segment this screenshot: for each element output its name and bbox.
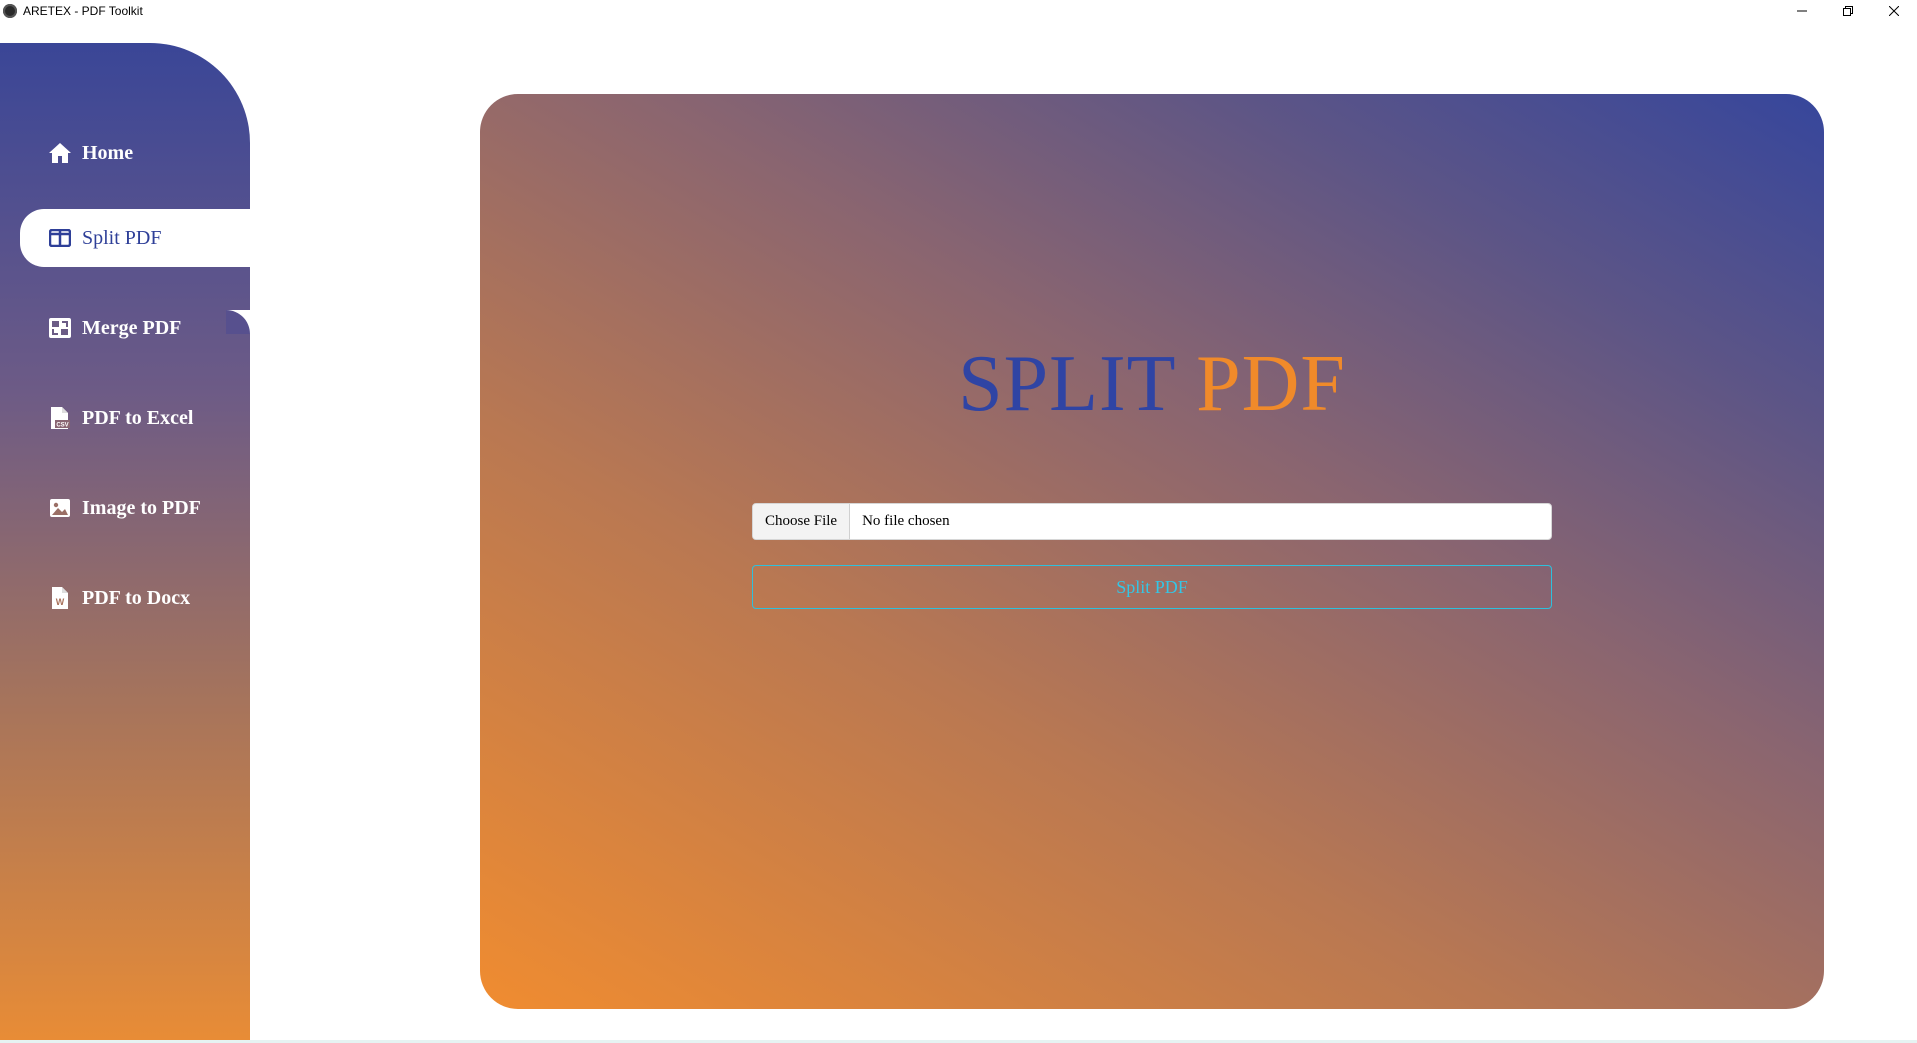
sidebar-item-merge-pdf[interactable]: Merge PDF (20, 299, 250, 357)
restore-button[interactable] (1825, 0, 1871, 22)
minimize-button[interactable] (1779, 0, 1825, 22)
sidebar-item-label: Split PDF (82, 226, 162, 249)
merge-icon (48, 316, 72, 340)
sidebar-item-label: Home (82, 141, 134, 164)
file-status-text: No file chosen (862, 513, 950, 529)
sidebar-item-pdf-to-docx[interactable]: W PDF to Docx (20, 569, 250, 627)
window-controls (1779, 0, 1917, 22)
svg-text:CSV: CSV (56, 423, 68, 429)
minimize-icon (1797, 10, 1807, 12)
restore-icon (1843, 6, 1853, 16)
split-pdf-button[interactable]: Split PDF (752, 565, 1552, 609)
title-bar: ARETEX - PDF Toolkit (0, 0, 1917, 22)
file-input[interactable]: Choose File No file chosen (752, 503, 1552, 540)
svg-text:W: W (56, 597, 65, 607)
sidebar-item-pdf-to-excel[interactable]: CSV PDF to Excel (20, 389, 250, 447)
file-csv-icon: CSV (48, 406, 72, 430)
image-icon (48, 496, 72, 520)
page-title-first-word: SPLIT (958, 340, 1176, 428)
sidebar-item-image-to-pdf[interactable]: Image to PDF (20, 479, 250, 537)
sidebar-item-home[interactable]: Home (20, 124, 250, 182)
page-title: SPLIT PDF (480, 339, 1824, 430)
sidebar-item-label: Merge PDF (82, 316, 182, 339)
sidebar-item-label: Image to PDF (82, 496, 201, 519)
close-icon (1889, 6, 1899, 16)
choose-file-button[interactable]: Choose File (753, 504, 851, 539)
home-icon (48, 141, 72, 165)
sidebar-item-label: PDF to Excel (82, 406, 194, 429)
split-pdf-panel: SPLIT PDF Choose File No file chosen Spl… (480, 94, 1824, 1009)
window-title: ARETEX - PDF Toolkit (23, 4, 143, 18)
columns-icon (48, 226, 72, 250)
page-title-second-word: PDF (1196, 340, 1346, 428)
close-button[interactable] (1871, 0, 1917, 22)
sidebar-item-label: PDF to Docx (82, 586, 191, 609)
app-logo-icon (3, 4, 17, 18)
file-word-icon: W (48, 586, 72, 610)
sidebar: Home Split PDF Merge PDF CSV PDF to Exce… (0, 43, 250, 1040)
sidebar-item-split-pdf[interactable]: Split PDF (20, 209, 250, 267)
